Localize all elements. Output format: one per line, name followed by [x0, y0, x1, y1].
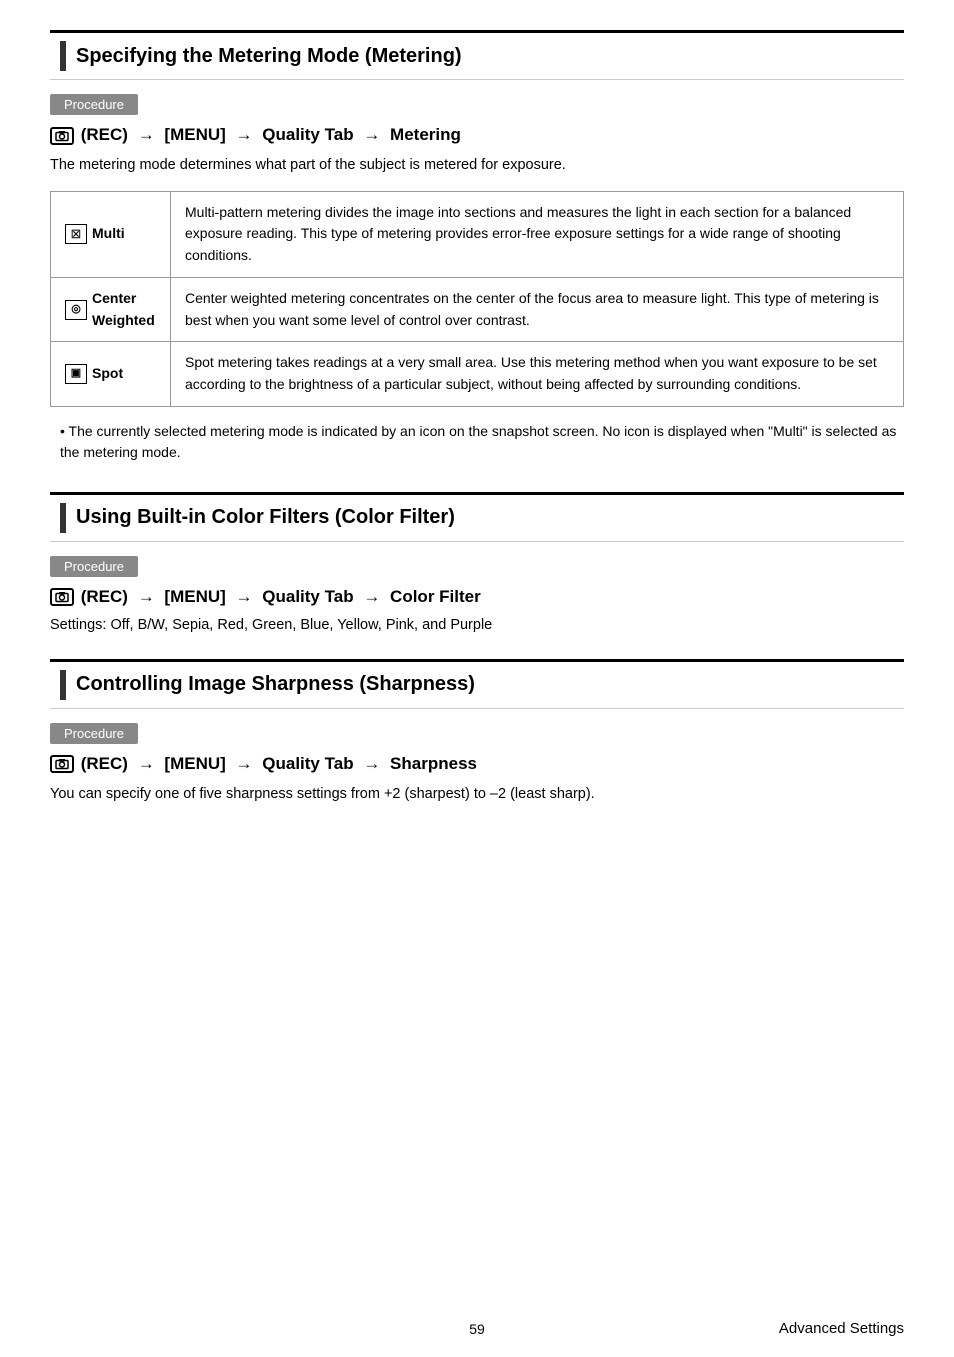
multi-label: Multi	[92, 223, 125, 245]
procedure-badge-3: Procedure	[50, 723, 138, 744]
section2-body: Procedure (REC) → [MENU] → Quality Tab →…	[50, 556, 904, 633]
table-row-center: ◎ CenterWeighted Center weighted meterin…	[51, 277, 904, 341]
section1-title: Specifying the Metering Mode (Metering)	[76, 45, 462, 68]
center-description: Center weighted metering concentrates on…	[171, 277, 904, 341]
camera-icon-1	[50, 127, 74, 145]
heading-bar	[60, 41, 66, 71]
procedure-badge-1: Procedure	[50, 94, 138, 115]
center-label: CenterWeighted	[92, 288, 155, 331]
footer-section-label: Advanced Settings	[619, 1320, 904, 1337]
section1-path: (REC) → [MENU] → Quality Tab → Metering	[50, 125, 904, 145]
section2-title: Using Built-in Color Filters (Color Filt…	[76, 506, 455, 529]
section1-note: The currently selected metering mode is …	[50, 421, 904, 464]
multi-description: Multi-pattern metering divides the image…	[171, 191, 904, 277]
section1-heading: Specifying the Metering Mode (Metering)	[50, 30, 904, 80]
camera-icon-2	[50, 588, 74, 606]
page-footer: 59 Advanced Settings	[0, 1320, 954, 1337]
table-row-spot: ▣ Spot Spot metering takes readings at a…	[51, 342, 904, 406]
table-row-multi: ⊠ Multi Multi-pattern metering divides t…	[51, 191, 904, 277]
section3-title: Controlling Image Sharpness (Sharpness)	[76, 673, 475, 696]
section3-body: Procedure (REC) → [MENU] → Quality Tab →…	[50, 723, 904, 806]
spot-description: Spot metering takes readings at a very s…	[171, 342, 904, 406]
page-number: 59	[335, 1321, 620, 1337]
page-container: Specifying the Metering Mode (Metering) …	[0, 0, 954, 892]
spot-label: Spot	[92, 363, 123, 385]
heading-bar-2	[60, 503, 66, 533]
section3-description: You can specify one of five sharpness se…	[50, 784, 904, 806]
metering-table: ⊠ Multi Multi-pattern metering divides t…	[50, 191, 904, 407]
section3-path: (REC) → [MENU] → Quality Tab → Sharpness	[50, 754, 904, 774]
center-label-cell: ◎ CenterWeighted	[51, 277, 171, 341]
section2-path: (REC) → [MENU] → Quality Tab → Color Fil…	[50, 587, 904, 607]
heading-bar-3	[60, 670, 66, 700]
section2-heading: Using Built-in Color Filters (Color Filt…	[50, 492, 904, 542]
center-icon: ◎	[65, 300, 87, 320]
section3-heading: Controlling Image Sharpness (Sharpness)	[50, 659, 904, 709]
section1-description: The metering mode determines what part o…	[50, 155, 904, 177]
multi-icon: ⊠	[65, 224, 87, 244]
procedure-badge-2: Procedure	[50, 556, 138, 577]
section1-body: Procedure (REC) → [MENU] → Quality Tab →…	[50, 94, 904, 464]
section2-settings: Settings: Off, B/W, Sepia, Red, Green, B…	[50, 617, 904, 633]
multi-label-cell: ⊠ Multi	[51, 191, 171, 277]
path1-text: (REC)	[81, 125, 133, 144]
spot-icon: ▣	[65, 364, 87, 384]
spot-label-cell: ▣ Spot	[51, 342, 171, 406]
camera-icon-3	[50, 755, 74, 773]
